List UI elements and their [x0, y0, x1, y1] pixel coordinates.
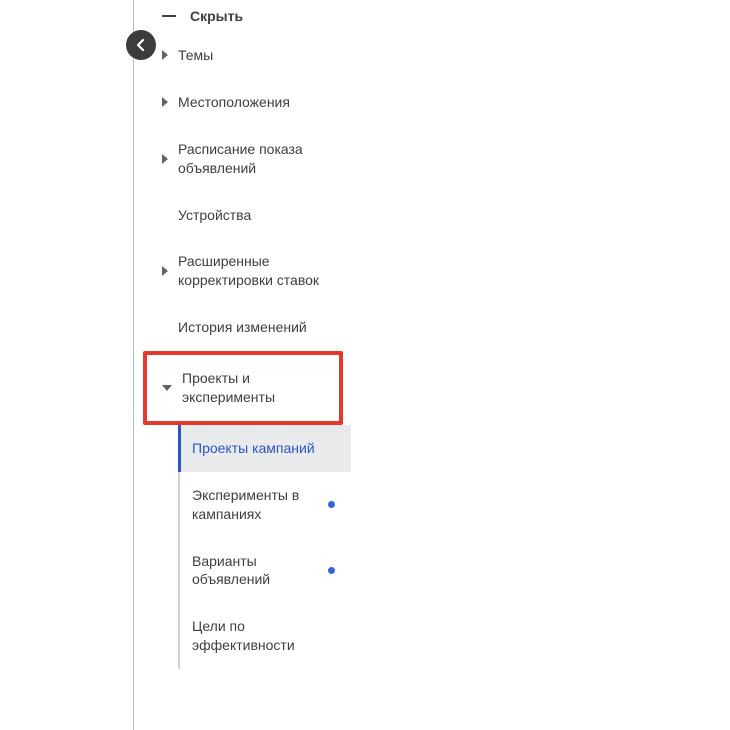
sub-label: Варианты объявлений: [192, 552, 320, 590]
nav-item-bid-adjustments[interactable]: Расширенные корректировки ставок: [134, 238, 351, 304]
spacer: [162, 210, 168, 220]
spacer: [162, 323, 168, 333]
sub-label: Проекты кампаний: [192, 439, 320, 458]
nav-item-themes[interactable]: Темы: [134, 32, 351, 79]
sub-item-performance-goals[interactable]: Цели по эффективности: [180, 603, 351, 669]
drafts-experiments-sublist: Проекты кампаний Эксперименты в кампания…: [178, 425, 351, 669]
chevron-right-icon: [162, 154, 168, 164]
chevron-left-icon: [134, 38, 148, 52]
nav-item-devices[interactable]: Устройства: [134, 192, 351, 239]
nav-label: Проекты и эксперименты: [182, 369, 325, 407]
nav-item-locations[interactable]: Местоположения: [134, 79, 351, 126]
nav-item-change-history[interactable]: История изменений: [134, 304, 351, 351]
nav-label: Расширенные корректировки ставок: [178, 252, 337, 290]
chevron-right-icon: [162, 97, 168, 107]
nav-item-drafts-experiments[interactable]: Проекты и эксперименты: [147, 355, 339, 421]
nav-label: История изменений: [178, 318, 337, 337]
status-dot: [328, 501, 335, 508]
nav-label: Расписание показа объявлений: [178, 140, 337, 178]
sidebar-panel: Скрыть Темы Местоположения Расписание по…: [133, 0, 351, 730]
nav-label: Темы: [178, 46, 337, 65]
minus-icon: [162, 15, 176, 17]
nav-label: Местоположения: [178, 93, 337, 112]
sub-label: Эксперименты в кампаниях: [192, 486, 320, 524]
sub-item-campaign-experiments[interactable]: Эксперименты в кампаниях: [180, 472, 351, 538]
status-dot: [328, 567, 335, 574]
chevron-right-icon: [162, 50, 168, 60]
chevron-right-icon: [162, 266, 168, 276]
hide-label: Скрыть: [190, 8, 243, 24]
sub-label: Цели по эффективности: [192, 617, 320, 655]
sub-item-ad-variants[interactable]: Варианты объявлений: [180, 538, 351, 604]
nav-label: Устройства: [178, 206, 337, 225]
collapse-sidebar-button[interactable]: [126, 30, 156, 60]
sub-item-campaign-drafts[interactable]: Проекты кампаний: [180, 425, 351, 472]
nav-item-ad-schedule[interactable]: Расписание показа объявлений: [134, 126, 351, 192]
highlighted-nav-item: Проекты и эксперименты: [143, 351, 343, 425]
chevron-down-icon: [162, 385, 172, 391]
hide-row[interactable]: Скрыть: [134, 0, 351, 32]
